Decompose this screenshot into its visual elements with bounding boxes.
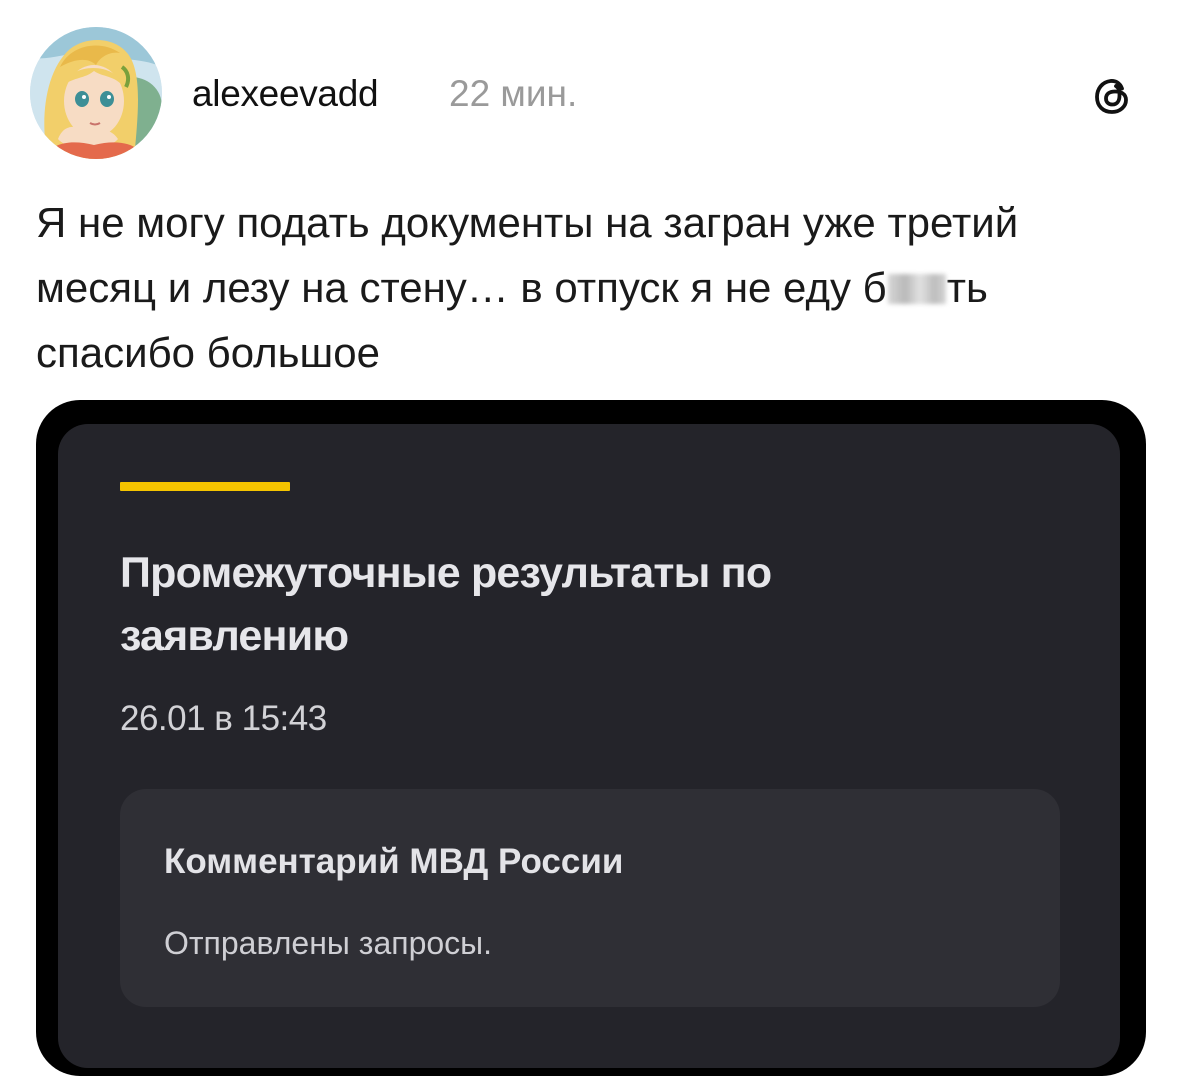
username[interactable]: alexeevadd (192, 72, 379, 116)
anime-girl-avatar-icon (30, 27, 162, 159)
comment-box (120, 789, 1060, 1007)
comment-heading: Комментарий МВД России (164, 842, 624, 881)
post-line-2-end: ть (946, 264, 988, 311)
card-date: 26.01 в 15:43 (120, 699, 327, 738)
post-line-2: месяц и лезу на стену… в отпуск я не еду… (36, 255, 1156, 320)
post-line-2-start: месяц и лезу на стену… в отпуск я не еду… (36, 264, 887, 311)
post-line-1: Я не могу подать документы на загран уже… (36, 199, 1019, 246)
accent-bar (120, 482, 290, 491)
avatar[interactable] (30, 27, 162, 159)
comment-body: Отправлены запросы. (164, 925, 493, 961)
post-line-3: спасибо большое (36, 329, 380, 376)
post-time: 22 мин. (449, 73, 578, 114)
censored-blur (887, 274, 946, 304)
post-text: Я не могу подать документы на загран уже… (36, 190, 1156, 385)
threads-post: alexeevadd 22 мин. Я не могу подать доку… (0, 0, 1179, 1090)
threads-icon[interactable] (1089, 72, 1137, 120)
card-title: Промежуточные результаты по заявлению (120, 549, 772, 660)
